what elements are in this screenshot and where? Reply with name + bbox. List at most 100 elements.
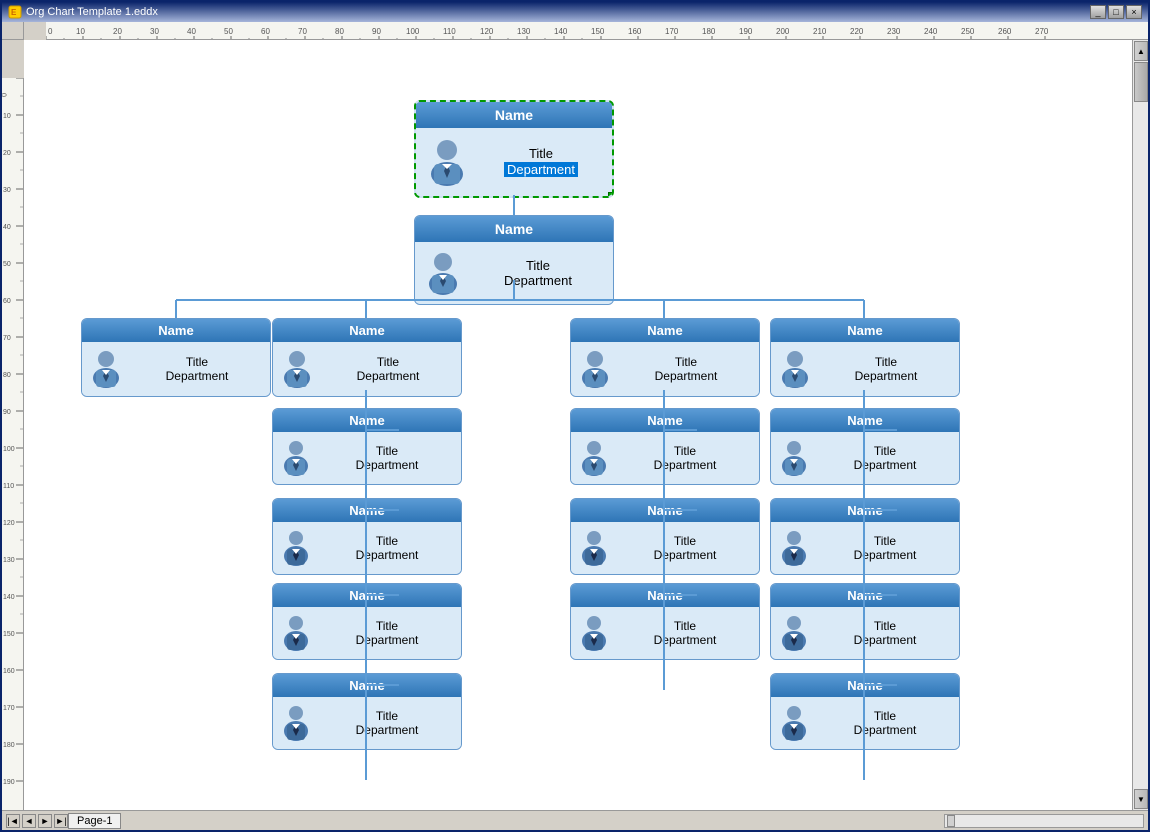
col2-child-1[interactable]: Name Title Department bbox=[272, 498, 462, 575]
svg-text:70: 70 bbox=[3, 335, 11, 342]
col2-c2-hdr: Name bbox=[273, 584, 461, 607]
level1-header: Name bbox=[415, 216, 613, 242]
col3-c0-hdr: Name bbox=[571, 409, 759, 432]
svg-text:90: 90 bbox=[3, 409, 11, 416]
col4-c0-hdr: Name bbox=[771, 409, 959, 432]
scroll-thumb[interactable] bbox=[1134, 62, 1148, 102]
prev-page-button[interactable]: ◄ bbox=[22, 814, 36, 828]
page-tab[interactable]: Page-1 bbox=[68, 813, 121, 829]
svg-text:260: 260 bbox=[998, 27, 1012, 36]
svg-text:220: 220 bbox=[850, 27, 864, 36]
svg-text:60: 60 bbox=[261, 27, 270, 36]
scrollbar-h-thumb[interactable] bbox=[947, 815, 955, 827]
avatar bbox=[424, 136, 470, 188]
scrollbar-horizontal[interactable] bbox=[944, 814, 1144, 828]
col3-c1-hdr: Name bbox=[571, 499, 759, 522]
l2-1-text: Title Department bbox=[321, 355, 455, 383]
l2-1-body: Title Department bbox=[273, 342, 461, 396]
level1-text: Title Department bbox=[471, 258, 605, 288]
avatar bbox=[577, 528, 611, 568]
app-icon: E bbox=[8, 5, 22, 19]
col2-c2-text: Title Department bbox=[319, 619, 455, 647]
svg-text:80: 80 bbox=[335, 27, 344, 36]
col2-c0-body: Title Department bbox=[273, 432, 461, 484]
svg-text:270: 270 bbox=[1035, 27, 1049, 36]
col4-child-0[interactable]: Name Title Department bbox=[770, 408, 960, 485]
col4-child-3[interactable]: Name Title Department bbox=[770, 673, 960, 750]
svg-text:130: 130 bbox=[3, 557, 15, 564]
avatar bbox=[777, 438, 811, 478]
svg-text:100: 100 bbox=[406, 27, 420, 36]
l2-0-body: Title Department bbox=[82, 342, 270, 396]
col4-child-1[interactable]: Name Title Department bbox=[770, 498, 960, 575]
l2-1-header: Name bbox=[273, 319, 461, 342]
col4-child-2[interactable]: Name Title Department bbox=[770, 583, 960, 660]
svg-text:110: 110 bbox=[443, 27, 456, 36]
scrollbar-vertical[interactable]: ▲ ▼ bbox=[1132, 40, 1148, 810]
level2-node-1[interactable]: Name Title Department bbox=[272, 318, 462, 397]
col3-child-2[interactable]: Name Title Department bbox=[570, 583, 760, 660]
root-node[interactable]: Name Title Department bbox=[414, 100, 614, 198]
svg-text:140: 140 bbox=[3, 594, 15, 601]
avatar bbox=[577, 438, 611, 478]
root-node-header: Name bbox=[416, 102, 612, 128]
first-page-button[interactable]: |◄ bbox=[6, 814, 20, 828]
level1-body: Title Department bbox=[415, 242, 613, 304]
maximize-button[interactable]: □ bbox=[1108, 5, 1124, 19]
svg-text:30: 30 bbox=[3, 187, 11, 194]
level2-node-2[interactable]: Name Title Department bbox=[570, 318, 760, 397]
svg-text:100: 100 bbox=[3, 446, 15, 453]
root-node-text: Title Department bbox=[478, 146, 604, 179]
col2-child-2[interactable]: Name Title Department bbox=[272, 583, 462, 660]
window-title: Org Chart Template 1.eddx bbox=[26, 6, 1090, 18]
window-controls: _ □ × bbox=[1090, 5, 1142, 19]
scroll-down-button[interactable]: ▼ bbox=[1134, 789, 1148, 809]
col2-c2-body: Title Department bbox=[273, 607, 461, 659]
page-navigation[interactable]: |◄ ◄ ► ►| bbox=[6, 814, 68, 828]
svg-text:110: 110 bbox=[3, 483, 14, 490]
avatar bbox=[279, 528, 313, 568]
canvas[interactable]: Name Title Department bbox=[24, 40, 1148, 810]
last-page-button[interactable]: ►| bbox=[54, 814, 68, 828]
l2-2-text: Title Department bbox=[619, 355, 753, 383]
col3-child-1[interactable]: Name Title Department bbox=[570, 498, 760, 575]
svg-text:70: 70 bbox=[298, 27, 307, 36]
level2-node-3[interactable]: Name Title Department bbox=[770, 318, 960, 397]
col2-child-0[interactable]: Name Title Department bbox=[272, 408, 462, 485]
col3-c2-body: Title Department bbox=[571, 607, 759, 659]
svg-text:180: 180 bbox=[702, 27, 716, 36]
svg-text:250: 250 bbox=[961, 27, 975, 36]
col3-c2-text: Title Department bbox=[617, 619, 753, 647]
scroll-up-button[interactable]: ▲ bbox=[1134, 41, 1148, 61]
next-page-button[interactable]: ► bbox=[38, 814, 52, 828]
col3-child-0[interactable]: Name Title Department bbox=[570, 408, 760, 485]
level2-node-0[interactable]: Name Title Department bbox=[81, 318, 271, 397]
avatar bbox=[577, 613, 611, 653]
app-window: E Org Chart Template 1.eddx _ □ × 0 10 bbox=[0, 0, 1150, 832]
svg-text:60: 60 bbox=[3, 298, 11, 305]
col2-c1-body: Title Department bbox=[273, 522, 461, 574]
svg-text:150: 150 bbox=[591, 27, 605, 36]
close-button[interactable]: × bbox=[1126, 5, 1142, 19]
avatar bbox=[279, 703, 313, 743]
col2-child-3[interactable]: Name Title Department bbox=[272, 673, 462, 750]
col3-c0-body: Title Department bbox=[571, 432, 759, 484]
svg-text:30: 30 bbox=[150, 27, 159, 36]
col4-c3-text: Title Department bbox=[817, 709, 953, 737]
col3-c1-body: Title Department bbox=[571, 522, 759, 574]
col4-c3-hdr: Name bbox=[771, 674, 959, 697]
col2-c0-hdr: Name bbox=[273, 409, 461, 432]
resize-handle[interactable] bbox=[608, 192, 614, 198]
svg-text:40: 40 bbox=[3, 224, 11, 231]
avatar bbox=[423, 250, 463, 296]
level1-node[interactable]: Name Title Department bbox=[414, 215, 614, 305]
l2-3-text: Title Department bbox=[819, 355, 953, 383]
l2-3-header: Name bbox=[771, 319, 959, 342]
col4-c0-text: Title Department bbox=[817, 444, 953, 472]
svg-text:20: 20 bbox=[3, 150, 11, 157]
col3-c0-text: Title Department bbox=[617, 444, 753, 472]
svg-text:130: 130 bbox=[517, 27, 531, 36]
status-bar: |◄ ◄ ► ►| Page-1 bbox=[2, 810, 1148, 830]
minimize-button[interactable]: _ bbox=[1090, 5, 1106, 19]
svg-text:20: 20 bbox=[113, 27, 122, 36]
